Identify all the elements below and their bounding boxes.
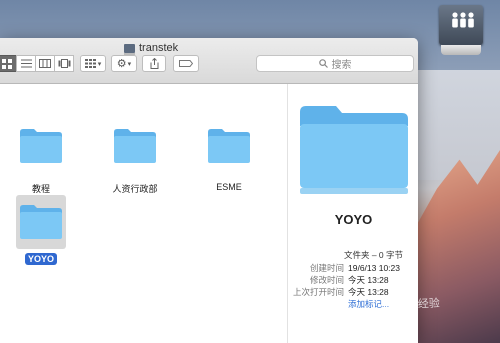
list-view-icon bbox=[20, 59, 32, 68]
folder-icon-wrap bbox=[110, 126, 160, 176]
folder-item-selected[interactable]: YOYO bbox=[6, 195, 76, 267]
list-view-button[interactable] bbox=[16, 55, 36, 72]
folder-item[interactable]: 教程 bbox=[6, 126, 76, 197]
network-drive-small-icon bbox=[124, 43, 135, 55]
toolbar: transtek ▾ ⚙ ▾ 搜索 bbox=[0, 38, 418, 84]
finder-window: transtek ▾ ⚙ ▾ 搜索 教程 人资行政部 ESME YOYO YOY… bbox=[0, 38, 418, 343]
people-icon bbox=[452, 12, 474, 28]
folder-icon bbox=[208, 129, 250, 163]
meta-created-value: 19/6/13 10:23 bbox=[348, 263, 400, 273]
tag-icon bbox=[179, 60, 193, 67]
folder-label[interactable]: YOYO bbox=[24, 253, 57, 265]
group-button[interactable]: ▾ bbox=[80, 55, 106, 72]
view-switcher bbox=[0, 55, 74, 72]
folder-item[interactable]: 人资行政部 bbox=[100, 126, 170, 197]
wallpaper-clouds bbox=[410, 70, 500, 180]
icon-view-button[interactable] bbox=[0, 55, 17, 72]
group-icon bbox=[84, 59, 96, 68]
share-button[interactable] bbox=[142, 55, 166, 72]
drive-base bbox=[441, 45, 481, 55]
folder-icon-wrap bbox=[16, 126, 66, 176]
column-view-button[interactable] bbox=[35, 55, 55, 72]
column-view-icon bbox=[39, 59, 51, 68]
tags-button[interactable] bbox=[173, 55, 199, 72]
action-button[interactable]: ⚙ ▾ bbox=[111, 55, 137, 72]
folder-item[interactable]: ESME bbox=[194, 126, 264, 195]
meta-modified-label: 修改时间 bbox=[309, 275, 344, 285]
meta-modified-value: 今天 13:28 bbox=[348, 275, 389, 285]
folder-icon bbox=[20, 129, 62, 163]
folder-label: 人资行政部 bbox=[112, 184, 158, 194]
search-icon bbox=[318, 59, 328, 68]
meta-opened-label: 上次打开时间 bbox=[292, 287, 344, 297]
folder-icon bbox=[114, 129, 156, 163]
chevron-down-icon: ▾ bbox=[97, 60, 102, 68]
folder-icon-wrap bbox=[16, 195, 66, 249]
share-icon bbox=[150, 58, 158, 69]
preview-kind-size: 文件夹 – 0 字节 bbox=[288, 249, 418, 261]
folder-icon-wrap bbox=[204, 126, 254, 176]
search-input[interactable]: 搜索 bbox=[256, 55, 414, 72]
meta-created-label: 创建时间 bbox=[309, 263, 344, 273]
folder-label: ESME bbox=[216, 182, 242, 192]
coverflow-view-button[interactable] bbox=[54, 55, 74, 72]
drive-body bbox=[439, 5, 483, 45]
meta-opened-value: 今天 13:28 bbox=[348, 287, 389, 297]
folder-icon bbox=[20, 205, 62, 239]
gear-icon: ⚙ bbox=[116, 58, 127, 70]
search-placeholder: 搜索 bbox=[331, 60, 352, 71]
watermark: Baidu 经验 bbox=[382, 296, 441, 313]
window-title-text: transtek bbox=[139, 42, 179, 54]
folder-large-icon bbox=[300, 106, 408, 194]
kind-size-text: 文件夹 – 0 字节 bbox=[343, 250, 404, 260]
preview-title: YOYO bbox=[334, 212, 373, 227]
chevron-down-icon: ▾ bbox=[127, 60, 132, 68]
coverflow-view-icon bbox=[58, 59, 70, 68]
icon-view-icon bbox=[2, 58, 12, 69]
file-grid: 教程 人资行政部 ESME YOYO bbox=[0, 84, 287, 343]
folder-label: 教程 bbox=[31, 184, 50, 194]
meta-modified: 修改时间 今天 13:28 bbox=[288, 274, 418, 286]
window-title: transtek bbox=[124, 41, 178, 55]
meta-created: 创建时间 19/6/13 10:23 bbox=[288, 262, 418, 274]
network-drive-icon[interactable] bbox=[437, 3, 485, 61]
